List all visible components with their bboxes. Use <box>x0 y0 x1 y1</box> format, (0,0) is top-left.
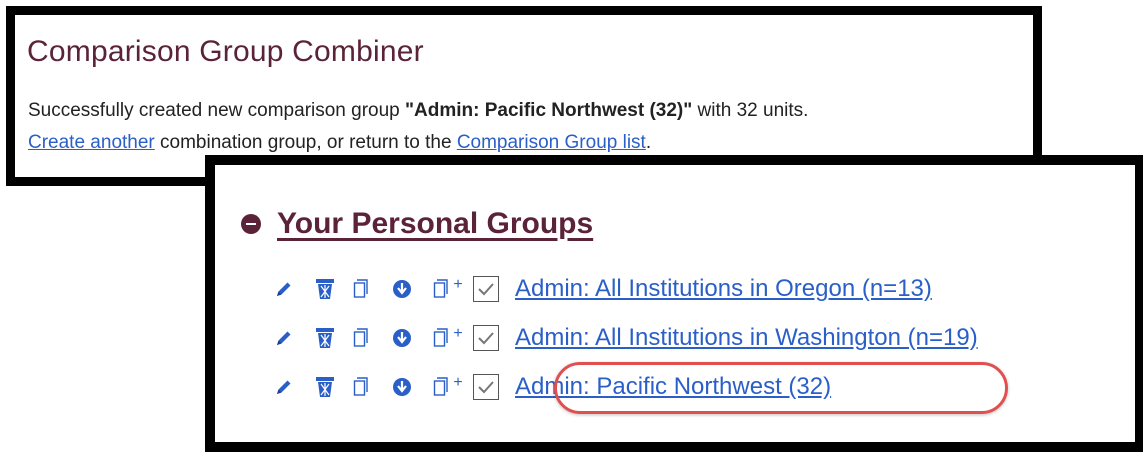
create-another-link[interactable]: Create another <box>28 132 155 153</box>
next-steps-message: Create another combination group, or ret… <box>28 132 651 154</box>
copy-icon[interactable] <box>351 279 371 299</box>
pencil-icon[interactable] <box>273 329 295 347</box>
personal-groups-panel: Your Personal Groups + Admin: All Instit… <box>205 155 1143 452</box>
group-checkbox[interactable] <box>473 374 499 400</box>
pencil-icon[interactable] <box>273 280 295 298</box>
group-row: + Admin: All Institutions in Washington … <box>273 322 978 354</box>
plus-icon: + <box>453 276 463 293</box>
period: . <box>645 132 652 153</box>
group-link[interactable]: Admin: Pacific Northwest (32) <box>515 373 831 401</box>
personal-groups-title[interactable]: Your Personal Groups <box>277 207 593 241</box>
comparison-group-list-link[interactable]: Comparison Group list <box>457 132 646 153</box>
plus-icon: + <box>453 325 463 342</box>
group-checkbox[interactable] <box>473 276 499 302</box>
trash-icon[interactable] <box>313 327 337 349</box>
group-row: + Admin: Pacific Northwest (32) <box>273 371 831 403</box>
page-title: Comparison Group Combiner <box>27 35 424 68</box>
trash-icon[interactable] <box>313 278 337 300</box>
plus-icon: + <box>453 374 463 391</box>
middle-text: combination group, or return to the <box>154 132 457 153</box>
group-row: + Admin: All Institutions in Oregon (n=1… <box>273 273 932 305</box>
copy-add-icon[interactable]: + <box>431 325 465 348</box>
download-icon[interactable] <box>391 279 413 299</box>
copy-icon[interactable] <box>351 377 371 397</box>
download-icon[interactable] <box>391 328 413 348</box>
pencil-icon[interactable] <box>273 378 295 396</box>
success-message: Successfully created new comparison grou… <box>28 100 808 122</box>
group-checkbox[interactable] <box>473 325 499 351</box>
group-link[interactable]: Admin: All Institutions in Oregon (n=13) <box>515 275 932 303</box>
download-icon[interactable] <box>391 377 413 397</box>
group-link[interactable]: Admin: All Institutions in Washington (n… <box>515 324 978 352</box>
message-suffix: with 32 units. <box>692 100 809 121</box>
collapse-icon[interactable] <box>241 214 261 234</box>
trash-icon[interactable] <box>313 376 337 398</box>
copy-icon[interactable] <box>351 328 371 348</box>
copy-add-icon[interactable]: + <box>431 374 465 397</box>
personal-groups-header: Your Personal Groups <box>241 207 593 241</box>
new-group-name: "Admin: Pacific Northwest (32)" <box>405 100 693 121</box>
message-prefix: Successfully created new comparison grou… <box>28 100 406 121</box>
copy-add-icon[interactable]: + <box>431 276 465 299</box>
